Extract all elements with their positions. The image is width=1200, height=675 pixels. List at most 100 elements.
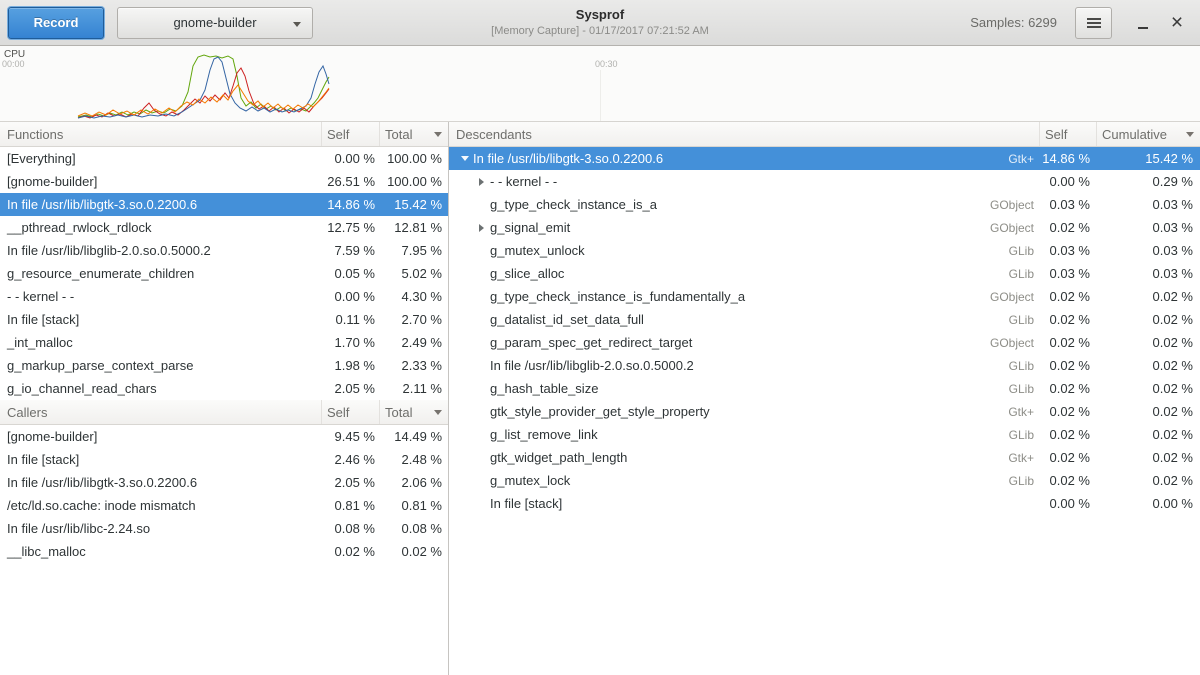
total-percent-cell: 7.95 % <box>380 243 448 258</box>
table-row[interactable]: __pthread_rwlock_rdlock 12.75 % 12.81 % <box>0 216 448 239</box>
total-percent-cell: 2.06 % <box>380 475 448 490</box>
cumulative-percent-cell: 0.02 % <box>1097 473 1200 488</box>
function-name-cell: [gnome-builder] <box>0 174 322 189</box>
descendants-table: In file /usr/lib/libgtk-3.so.0.2200.6 Gt… <box>449 147 1200 515</box>
table-row[interactable]: g_datalist_id_set_data_full GLib 0.02 % … <box>449 308 1200 331</box>
function-name-cell: [gnome-builder] <box>0 429 322 444</box>
table-row[interactable]: g_param_spec_get_redirect_target GObject… <box>449 331 1200 354</box>
table-row[interactable]: __libc_malloc 0.02 % 0.02 % <box>0 540 448 563</box>
table-row[interactable]: g_type_check_instance_is_a GObject 0.03 … <box>449 193 1200 216</box>
self-percent-cell: 0.03 % <box>1040 243 1097 258</box>
cumulative-percent-cell: 0.03 % <box>1097 266 1200 281</box>
function-name-cell: g_param_spec_get_redirect_target <box>490 335 692 350</box>
expander-icon <box>473 285 490 308</box>
cpu-usage-chart <box>0 46 1200 122</box>
cumulative-percent-cell: 0.02 % <box>1097 312 1200 327</box>
table-row[interactable]: In file /usr/lib/libgtk-3.so.0.2200.6 2.… <box>0 471 448 494</box>
table-row[interactable]: /etc/ld.so.cache: inode mismatch 0.81 % … <box>0 494 448 517</box>
column-header-self[interactable]: Self <box>1040 122 1097 146</box>
function-name-cell: In file /usr/lib/libglib-2.0.so.0.5000.2 <box>0 243 322 258</box>
table-row[interactable]: In file /usr/lib/libgtk-3.so.0.2200.6 Gt… <box>449 147 1200 170</box>
cumulative-percent-cell: 0.02 % <box>1097 427 1200 442</box>
callers-table: [gnome-builder] 9.45 % 14.49 % In file [… <box>0 425 448 563</box>
cumulative-percent-cell: 0.29 % <box>1097 174 1200 189</box>
sort-indicator-icon <box>434 410 442 415</box>
table-row[interactable]: g_signal_emit GObject 0.02 % 0.03 % <box>449 216 1200 239</box>
column-header-cumulative[interactable]: Cumulative <box>1097 122 1200 146</box>
table-row[interactable]: g_type_check_instance_is_fundamentally_a… <box>449 285 1200 308</box>
table-row[interactable]: [gnome-builder] 26.51 % 100.00 % <box>0 170 448 193</box>
expander-icon <box>473 469 490 492</box>
total-percent-cell: 2.70 % <box>380 312 448 327</box>
table-row[interactable]: g_io_channel_read_chars 2.05 % 2.11 % <box>0 377 448 400</box>
table-row[interactable]: In file [stack] 0.11 % 2.70 % <box>0 308 448 331</box>
column-header-callers[interactable]: Callers <box>0 400 322 424</box>
table-row[interactable]: gtk_style_provider_get_style_property Gt… <box>449 400 1200 423</box>
minimize-button[interactable] <box>1126 6 1160 40</box>
time-tick-mid: 00:30 <box>595 59 618 69</box>
table-row[interactable]: g_markup_parse_context_parse 1.98 % 2.33… <box>0 354 448 377</box>
process-selector-dropdown[interactable]: gnome-builder <box>117 7 313 39</box>
table-row[interactable]: - - kernel - - 0.00 % 0.29 % <box>449 170 1200 193</box>
column-header-descendants[interactable]: Descendants <box>449 122 1040 146</box>
process-selector-label: gnome-builder <box>173 15 256 30</box>
table-row[interactable]: [Everything] 0.00 % 100.00 % <box>0 147 448 170</box>
column-header-total[interactable]: Total <box>380 400 448 424</box>
function-name-cell: In file /usr/lib/libgtk-3.so.0.2200.6 <box>473 151 663 166</box>
menu-button[interactable] <box>1075 7 1112 39</box>
function-name-cell: In file [stack] <box>0 312 322 327</box>
category-label: GLib <box>948 244 1040 258</box>
self-percent-cell: 1.70 % <box>322 335 380 350</box>
app-title: Sysprof <box>390 5 810 24</box>
record-button[interactable]: Record <box>8 7 104 39</box>
table-row[interactable]: _int_malloc 1.70 % 2.49 % <box>0 331 448 354</box>
self-percent-cell: 12.75 % <box>322 220 380 235</box>
expander-icon[interactable] <box>473 170 490 193</box>
self-percent-cell: 0.00 % <box>1040 174 1097 189</box>
category-label: GLib <box>948 267 1040 281</box>
function-name-cell: __pthread_rwlock_rdlock <box>0 220 322 235</box>
table-row[interactable]: g_list_remove_link GLib 0.02 % 0.02 % <box>449 423 1200 446</box>
table-row[interactable]: In file /usr/lib/libglib-2.0.so.0.5000.2… <box>0 239 448 262</box>
table-row[interactable]: g_mutex_lock GLib 0.02 % 0.02 % <box>449 469 1200 492</box>
total-percent-cell: 0.81 % <box>380 498 448 513</box>
table-row[interactable]: In file /usr/lib/libgtk-3.so.0.2200.6 14… <box>0 193 448 216</box>
self-percent-cell: 2.05 % <box>322 475 380 490</box>
function-name-cell: g_datalist_id_set_data_full <box>490 312 644 327</box>
self-percent-cell: 7.59 % <box>322 243 380 258</box>
expander-icon[interactable] <box>473 216 490 239</box>
expander-icon <box>473 400 490 423</box>
table-row[interactable]: [gnome-builder] 9.45 % 14.49 % <box>0 425 448 448</box>
cpu-graph-area[interactable]: CPU 00:00 00:30 <box>0 46 1200 122</box>
category-label: Gtk+ <box>948 451 1040 465</box>
expander-icon[interactable] <box>456 147 473 170</box>
self-percent-cell: 0.02 % <box>1040 381 1097 396</box>
column-header-total[interactable]: Total <box>380 122 448 146</box>
column-header-functions[interactable]: Functions <box>0 122 322 146</box>
table-row[interactable]: In file /usr/lib/libglib-2.0.so.0.5000.2… <box>449 354 1200 377</box>
total-percent-cell: 5.02 % <box>380 266 448 281</box>
total-percent-cell: 0.02 % <box>380 544 448 559</box>
sort-indicator-icon <box>1186 132 1194 137</box>
table-row[interactable]: g_resource_enumerate_children 0.05 % 5.0… <box>0 262 448 285</box>
column-header-self[interactable]: Self <box>322 122 380 146</box>
function-name-cell: In file /usr/lib/libgtk-3.so.0.2200.6 <box>0 197 322 212</box>
self-percent-cell: 2.46 % <box>322 452 380 467</box>
cumulative-percent-cell: 0.02 % <box>1097 381 1200 396</box>
table-row[interactable]: In file [stack] 2.46 % 2.48 % <box>0 448 448 471</box>
function-name-cell: In file /usr/lib/libglib-2.0.so.0.5000.2 <box>490 358 694 373</box>
table-row[interactable]: In file [stack] 0.00 % 0.00 % <box>449 492 1200 515</box>
window-title-block: Sysprof [Memory Capture] - 01/17/2017 07… <box>390 5 810 38</box>
self-percent-cell: 0.02 % <box>1040 312 1097 327</box>
table-row[interactable]: In file /usr/lib/libc-2.24.so 0.08 % 0.0… <box>0 517 448 540</box>
cumulative-percent-cell: 0.02 % <box>1097 404 1200 419</box>
table-row[interactable]: g_hash_table_size GLib 0.02 % 0.02 % <box>449 377 1200 400</box>
table-row[interactable]: g_slice_alloc GLib 0.03 % 0.03 % <box>449 262 1200 285</box>
column-header-self[interactable]: Self <box>322 400 380 424</box>
category-label: GObject <box>948 221 1040 235</box>
close-button[interactable]: × <box>1160 6 1194 40</box>
function-name-cell: g_list_remove_link <box>490 427 598 442</box>
table-row[interactable]: gtk_widget_path_length Gtk+ 0.02 % 0.02 … <box>449 446 1200 469</box>
table-row[interactable]: - - kernel - - 0.00 % 4.30 % <box>0 285 448 308</box>
table-row[interactable]: g_mutex_unlock GLib 0.03 % 0.03 % <box>449 239 1200 262</box>
